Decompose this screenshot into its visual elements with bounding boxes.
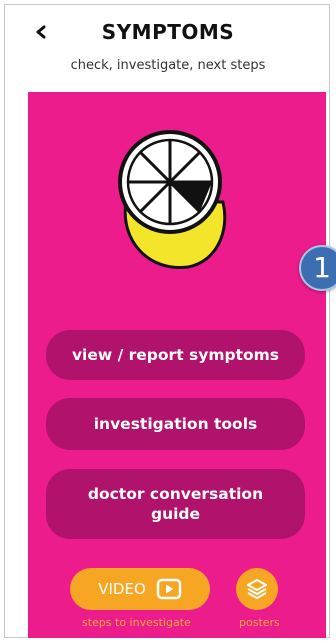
investigation-tools-button[interactable]: investigation tools <box>46 398 305 450</box>
doctor-conversation-guide-button[interactable]: doctor conversation guide <box>46 469 305 539</box>
video-caption: steps to investigate <box>82 616 191 629</box>
view-report-symptoms-button[interactable]: view / report symptoms <box>46 330 305 380</box>
layers-icon <box>247 579 267 599</box>
page-title: SYMPTOMS <box>101 20 235 44</box>
lemon-slice-icon <box>118 130 227 269</box>
posters-caption: posters <box>239 616 280 629</box>
video-button-label: VIDEO <box>98 580 146 598</box>
posters-button[interactable] <box>236 568 278 610</box>
video-button[interactable]: VIDEO <box>70 568 210 610</box>
page-subtitle: check, investigate, next steps <box>70 58 266 73</box>
play-icon <box>156 578 182 600</box>
